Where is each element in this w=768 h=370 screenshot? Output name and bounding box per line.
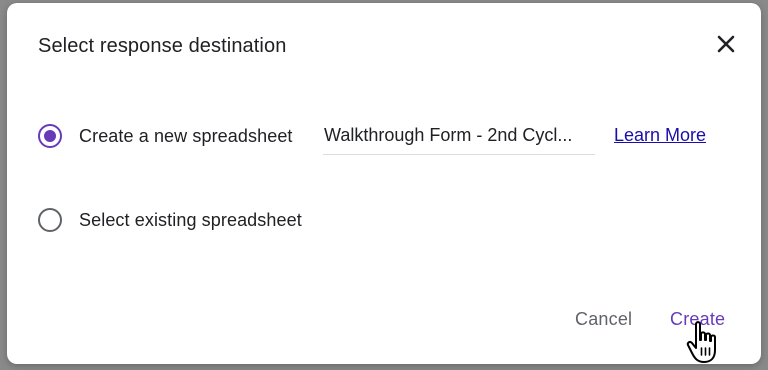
- create-button[interactable]: Create: [670, 309, 725, 330]
- learn-more-link[interactable]: Learn More: [614, 125, 706, 146]
- radio-label-create-new[interactable]: Create a new spreadsheet: [79, 126, 293, 147]
- response-destination-dialog: Select response destination Create a new…: [7, 3, 761, 364]
- spreadsheet-name-field[interactable]: Walkthrough Form - 2nd Cycl...: [323, 122, 595, 155]
- radio-create-new[interactable]: [38, 124, 62, 148]
- close-button[interactable]: [712, 30, 740, 58]
- radio-label-select-existing[interactable]: Select existing spreadsheet: [79, 210, 302, 231]
- cancel-button[interactable]: Cancel: [575, 309, 632, 330]
- radio-select-existing[interactable]: [38, 208, 62, 232]
- radio-selected-dot: [44, 130, 56, 142]
- close-icon: [717, 35, 735, 53]
- spreadsheet-name-value: Walkthrough Form - 2nd Cycl...: [324, 125, 573, 145]
- dialog-title: Select response destination: [38, 35, 287, 57]
